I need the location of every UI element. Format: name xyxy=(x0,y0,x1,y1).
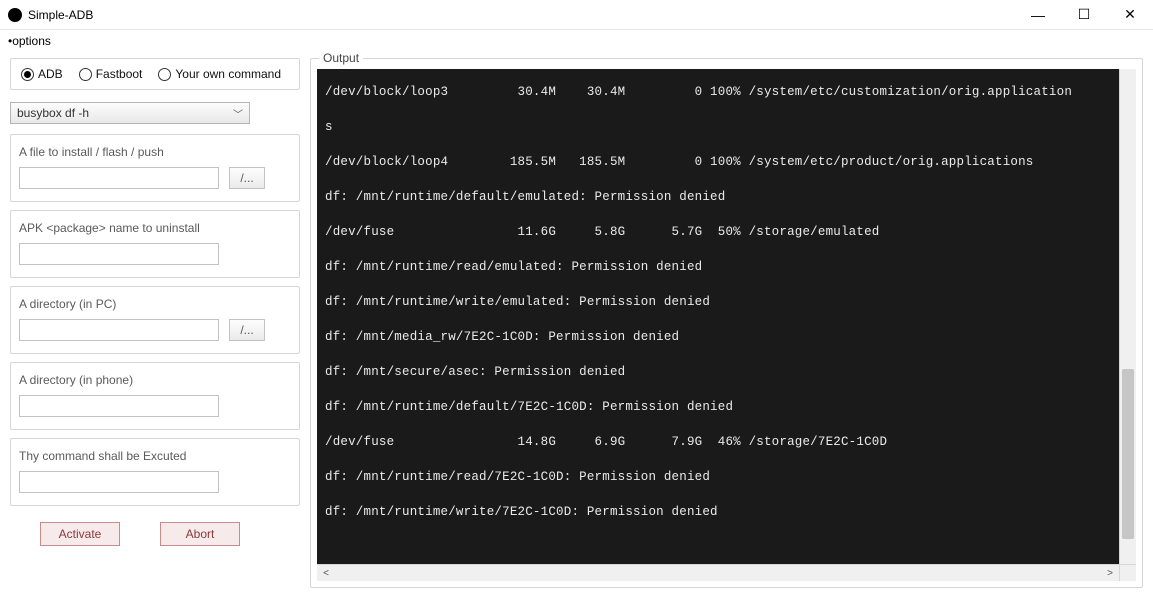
command-combo[interactable]: busybox df -h ﹀ xyxy=(10,102,250,124)
radio-own[interactable]: Your own command xyxy=(158,67,281,81)
file-input[interactable] xyxy=(19,167,219,189)
radio-own-label: Your own command xyxy=(175,67,281,81)
file-label: A file to install / flash / push xyxy=(19,145,291,159)
dir-pc-browse-button[interactable]: /... xyxy=(229,319,265,341)
apk-input[interactable] xyxy=(19,243,219,265)
menubar: •options xyxy=(0,30,1153,52)
output-terminal[interactable]: /dev/block/loop3 30.4M 30.4M 0 100% /sys… xyxy=(317,69,1119,564)
dir-phone-label: A directory (in phone) xyxy=(19,373,291,387)
file-browse-button[interactable]: /... xyxy=(229,167,265,189)
scroll-right-icon[interactable]: > xyxy=(1103,568,1117,579)
scroll-left-icon[interactable]: < xyxy=(319,568,333,579)
radio-fastboot[interactable]: Fastboot xyxy=(79,67,143,81)
radio-adb[interactable]: ADB xyxy=(21,67,63,81)
file-section: A file to install / flash / push /... xyxy=(10,134,300,202)
command-input[interactable] xyxy=(19,471,219,493)
left-panel: ADB Fastboot Your own command busybox df… xyxy=(10,58,300,588)
menu-options[interactable]: •options xyxy=(4,32,55,50)
radio-adb-label: ADB xyxy=(38,67,63,81)
radio-adb-circle xyxy=(21,68,34,81)
close-button[interactable]: ✕ xyxy=(1107,0,1153,29)
activate-button[interactable]: Activate xyxy=(40,522,120,546)
apk-section: APK <package> name to uninstall xyxy=(10,210,300,278)
abort-button[interactable]: Abort xyxy=(160,522,240,546)
command-label: Thy command shall be Excuted xyxy=(19,449,291,463)
app-icon xyxy=(8,8,22,22)
command-combo-value: busybox df -h xyxy=(17,106,89,120)
command-section: Thy command shall be Excuted xyxy=(10,438,300,506)
output-fieldset: Output /dev/block/loop3 30.4M 30.4M 0 10… xyxy=(310,58,1143,588)
maximize-button[interactable]: ☐ xyxy=(1061,0,1107,29)
chevron-down-icon: ﹀ xyxy=(233,106,243,121)
minimize-button[interactable]: — xyxy=(1015,0,1061,29)
dir-pc-section: A directory (in PC) /... xyxy=(10,286,300,354)
dir-phone-input[interactable] xyxy=(19,395,219,417)
radio-fastboot-circle xyxy=(79,68,92,81)
vertical-scrollbar-thumb[interactable] xyxy=(1122,369,1134,539)
dir-pc-input[interactable] xyxy=(19,319,219,341)
right-panel: Output /dev/block/loop3 30.4M 30.4M 0 10… xyxy=(310,58,1143,588)
window-controls: — ☐ ✕ xyxy=(1015,0,1153,29)
dir-phone-section: A directory (in phone) xyxy=(10,362,300,430)
window-title: Simple-ADB xyxy=(28,8,1015,22)
radio-fastboot-label: Fastboot xyxy=(96,67,143,81)
action-buttons: Activate Abort xyxy=(10,514,300,546)
scrollbar-corner xyxy=(1119,564,1136,581)
output-legend: Output xyxy=(319,51,363,65)
dir-pc-label: A directory (in PC) xyxy=(19,297,291,311)
mode-group: ADB Fastboot Your own command xyxy=(10,58,300,90)
radio-own-circle xyxy=(158,68,171,81)
vertical-scrollbar[interactable] xyxy=(1119,69,1136,564)
horizontal-scrollbar[interactable]: < > xyxy=(317,564,1119,581)
apk-label: APK <package> name to uninstall xyxy=(19,221,291,235)
titlebar: Simple-ADB — ☐ ✕ xyxy=(0,0,1153,30)
